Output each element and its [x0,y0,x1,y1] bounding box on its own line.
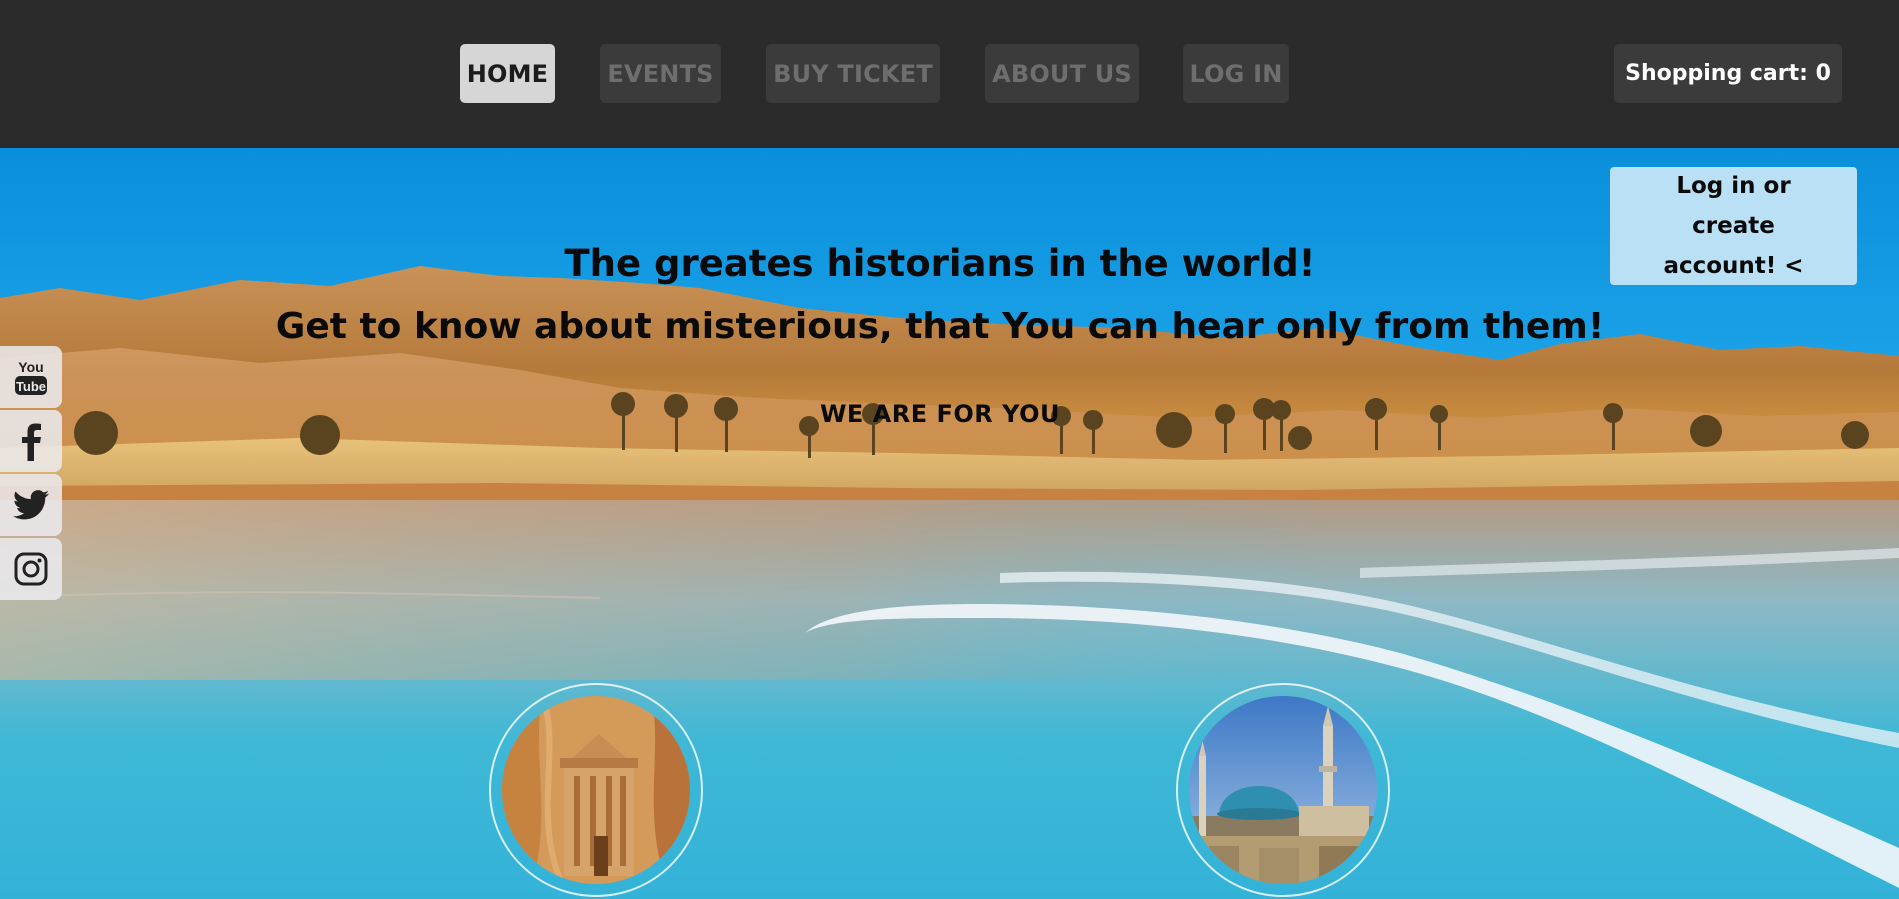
youtube-icon: You Tube [15,359,47,395]
youtube-icon-top: You [18,359,43,375]
youtube-link[interactable]: You Tube [0,346,62,408]
nav-buy-ticket-button[interactable]: BUY TICKET [766,44,940,103]
nav-events-button[interactable]: EVENTS [600,44,721,103]
twitter-icon [13,490,49,520]
facebook-link[interactable] [0,410,62,472]
facebook-icon [22,423,41,461]
login-or-create-account-button[interactable]: Log in or create account! < [1610,167,1857,285]
petra-photo [502,696,690,884]
nav-log-in-button[interactable]: LOG IN [1183,44,1289,103]
youtube-icon-bottom: Tube [16,379,46,394]
amman-mosque-image [1176,683,1390,897]
twitter-link[interactable] [0,474,62,536]
hero-subtitle: WE ARE FOR YOU [819,400,1061,428]
top-navigation-bar: HOME EVENTS BUY TICKET ABOUT US LOG IN S… [0,0,1899,148]
instagram-link[interactable] [0,538,62,600]
hero-title: The greates historians in the world! [564,242,1316,285]
nav-home-button[interactable]: HOME [460,44,555,103]
hero-section: The greates historians in the world! Get… [0,148,1899,899]
mosque-photo [1189,696,1377,884]
shopping-cart-button[interactable]: Shopping cart: 0 [1614,44,1842,103]
hero-tagline: Get to know about misterious, that You c… [275,306,1605,347]
instagram-icon [14,552,48,586]
nav-about-us-button[interactable]: ABOUT US [985,44,1139,103]
petra-treasury-image [489,683,703,897]
